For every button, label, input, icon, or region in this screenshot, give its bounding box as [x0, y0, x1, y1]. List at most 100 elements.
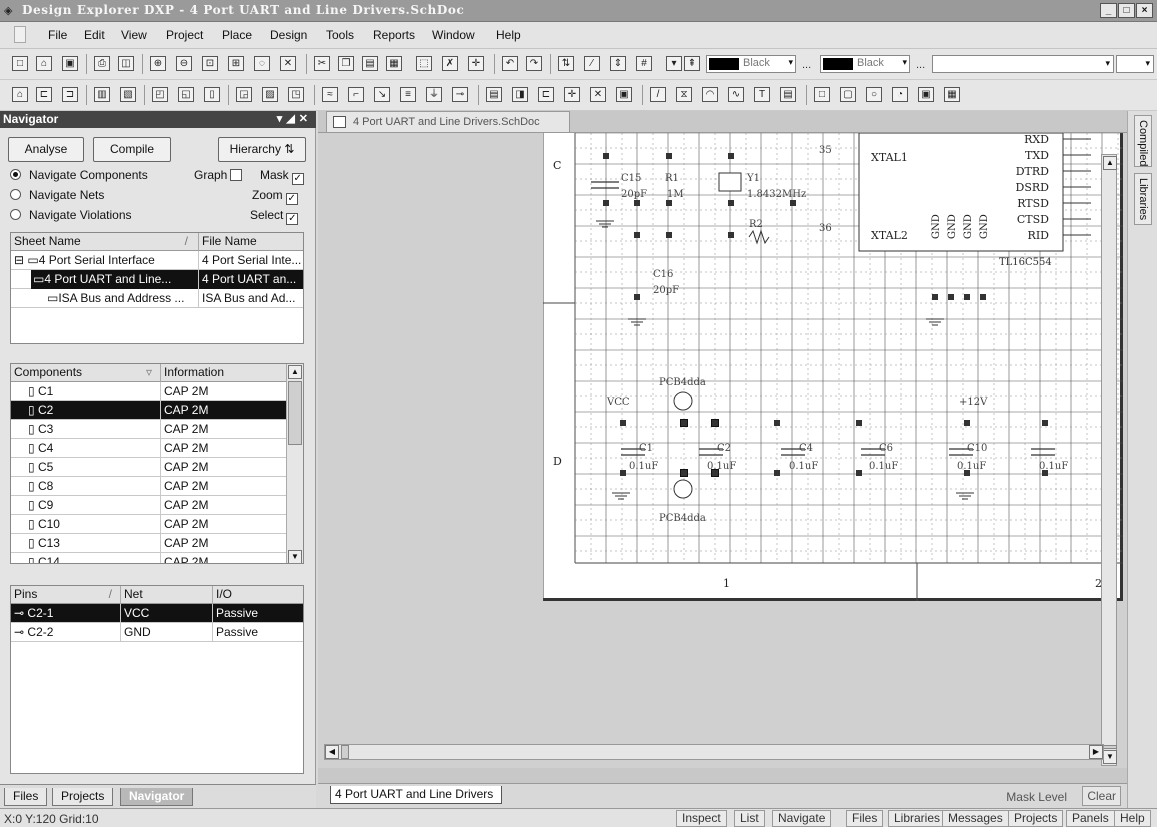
scroll-thumb[interactable] [1103, 745, 1117, 749]
status-projects[interactable]: Projects [1008, 810, 1064, 827]
canvas-horizontal-scrollbar[interactable]: ◀ ▶ [324, 744, 1104, 760]
mask-checkbox[interactable]: Mask ✓ [260, 168, 304, 185]
net-header[interactable]: Net [121, 586, 213, 604]
pin-row[interactable]: ⊸ C2-1 VCC Passive [11, 604, 303, 623]
compile-button[interactable]: Compile [93, 137, 171, 162]
schematic-canvas[interactable]: XTAL1 XTAL2 RXD TXD DTRD DSRD RTSD CTSD RID GND GN… [318, 132, 1127, 768]
tab-files[interactable]: Files [4, 788, 48, 806]
navigate-components-option[interactable]: Navigate Components [10, 168, 148, 182]
document-tab[interactable]: 4 Port UART and Line Drivers.SchDoc [326, 111, 570, 132]
canvas-vertical-scrollbar[interactable]: ▲ ▼ [1101, 154, 1117, 766]
text-frame-icon[interactable]: ▤ [780, 87, 796, 102]
junction-icon[interactable]: ✛ [564, 87, 580, 102]
graph-checkbox[interactable]: Graph [194, 168, 243, 182]
component-row[interactable]: ▯ C9 CAP 2M [11, 496, 287, 515]
sheet-row[interactable]: ▭4 Port UART and Line... 4 Port UART an.… [11, 270, 303, 289]
select-area-icon[interactable]: ⬚ [416, 56, 432, 71]
save-icon[interactable]: ▣ [62, 56, 78, 71]
status-files[interactable]: Files [846, 810, 884, 827]
sheet-tab[interactable]: 4 Port UART and Line Drivers [330, 786, 503, 804]
scroll-up-icon[interactable]: ▲ [288, 365, 302, 379]
component-row[interactable]: ▯ C14 CAP 2M [11, 553, 287, 563]
round-rect-icon[interactable]: ▢ [840, 87, 856, 102]
cut-icon[interactable]: ✂ [314, 56, 330, 71]
gnd-port-icon[interactable]: ⏚ [426, 87, 442, 102]
status-help[interactable]: Help [1114, 810, 1151, 827]
scroll-thumb[interactable] [341, 745, 349, 759]
hierarchy-button[interactable]: Hierarchy ⇅ [218, 137, 306, 162]
pin-icon[interactable]: ⇞ [684, 56, 700, 71]
undo-icon[interactable]: ↶ [502, 56, 518, 71]
panel-controls-icon[interactable]: ▾◢✕ [277, 112, 312, 125]
component-row[interactable]: ▯ C13 CAP 2M [11, 534, 287, 553]
place-wire-icon[interactable]: ⊐ [62, 87, 78, 102]
array-icon[interactable]: ▦ [944, 87, 960, 102]
menu-tools[interactable]: Tools [326, 28, 354, 42]
cross-probe-icon[interactable]: ⁄ [584, 56, 600, 71]
ellipse-icon[interactable]: ○ [866, 87, 882, 102]
component-row[interactable]: ▯ C3 CAP 2M [11, 420, 287, 439]
status-list[interactable]: List [734, 810, 765, 827]
zoom-checkbox[interactable]: Zoom ✓ [252, 188, 298, 205]
component-row[interactable]: ▯ C8 CAP 2M [11, 477, 287, 496]
menu-file[interactable]: File [48, 28, 67, 42]
place-component-icon[interactable]: ◲ [236, 87, 252, 102]
more-colors-1[interactable]: ... [802, 59, 811, 71]
menu-edit[interactable]: Edit [84, 28, 105, 42]
zoom-in-icon[interactable]: ⊕ [150, 56, 166, 71]
image-icon[interactable]: ▣ [918, 87, 934, 102]
component-list-scrollbar[interactable]: ▲ ▼ [286, 364, 303, 563]
place-bus-icon[interactable]: ⊏ [36, 87, 52, 102]
maximize-button[interactable]: □ [1118, 3, 1135, 18]
sheet-entry-icon[interactable]: ◨ [512, 87, 528, 102]
pin-row[interactable]: ⊸ C2-2 GND Passive [11, 623, 303, 642]
sheet-row[interactable]: ⊟ ▭4 Port Serial Interface 4 Port Serial… [11, 251, 303, 270]
analyse-button[interactable]: Analyse [8, 137, 84, 162]
deselect-icon[interactable]: ✗ [442, 56, 458, 71]
rubber-stamp-icon[interactable]: ▦ [386, 56, 402, 71]
navigate-violations-option[interactable]: Navigate Violations [10, 208, 132, 222]
clear-filter-icon[interactable]: ✕ [280, 56, 296, 71]
pcb-layout-icon[interactable]: ▣ [616, 87, 632, 102]
menu-reports[interactable]: Reports [373, 28, 415, 42]
components-header[interactable]: Components ▿ [11, 364, 161, 382]
information-header[interactable]: Information [161, 364, 287, 382]
polygon-icon[interactable]: ⧖ [676, 87, 692, 102]
io-header[interactable]: I/O [213, 586, 303, 604]
place-entry-icon[interactable]: ◰ [152, 87, 168, 102]
fill-color-select[interactable]: Black ▾ [706, 55, 796, 73]
mask-level-label[interactable]: Mask Level [1006, 790, 1067, 804]
place-sheet-entry-icon[interactable]: ◱ [178, 87, 194, 102]
scroll-down-icon[interactable]: ▼ [1103, 750, 1117, 764]
sheet-row[interactable]: ▭ISA Bus and Address ... ISA Bus and Ad.… [11, 289, 303, 308]
pins-header[interactable]: Pins / [11, 586, 121, 604]
tab-libraries[interactable]: Libraries [1134, 173, 1152, 225]
status-inspect[interactable]: Inspect [676, 810, 727, 827]
bus-icon[interactable]: ⌐ [348, 87, 364, 102]
status-panels[interactable]: Panels [1066, 810, 1115, 827]
browse-icon[interactable]: ⇕ [610, 56, 626, 71]
status-messages[interactable]: Messages [942, 810, 1009, 827]
status-libraries[interactable]: Libraries [888, 810, 947, 827]
redo-icon[interactable]: ↷ [526, 56, 542, 71]
zoom-out-icon[interactable]: ⊖ [176, 56, 192, 71]
status-navigate[interactable]: Navigate [772, 810, 832, 827]
more-colors-2[interactable]: ... [916, 59, 925, 71]
open-icon[interactable]: ⌂ [36, 56, 52, 71]
filter-dropdown[interactable]: ▾ [932, 55, 1114, 73]
filter-dropdown-2[interactable]: ▾ [1116, 55, 1154, 73]
harness-icon[interactable]: ◳ [288, 87, 304, 102]
bus-entry-icon[interactable]: ↘ [374, 87, 390, 102]
paste-icon[interactable]: ▤ [362, 56, 378, 71]
menu-help[interactable]: Help [496, 28, 521, 42]
grid-icon[interactable]: # [636, 56, 652, 71]
vcc-port-icon[interactable]: ⊸ [452, 87, 468, 102]
component-row[interactable]: ▯ C1 CAP 2M [11, 382, 287, 401]
wire-icon[interactable]: ≈ [322, 87, 338, 102]
clear-button[interactable]: Clear [1082, 786, 1121, 806]
collapse-icon[interactable]: ⊟ [14, 253, 24, 267]
tab-navigator[interactable]: Navigator [120, 788, 194, 806]
zoom-fit-icon[interactable]: ⊡ [202, 56, 218, 71]
menu-project[interactable]: Project [166, 28, 203, 42]
port-icon[interactable]: ⊏ [538, 87, 554, 102]
